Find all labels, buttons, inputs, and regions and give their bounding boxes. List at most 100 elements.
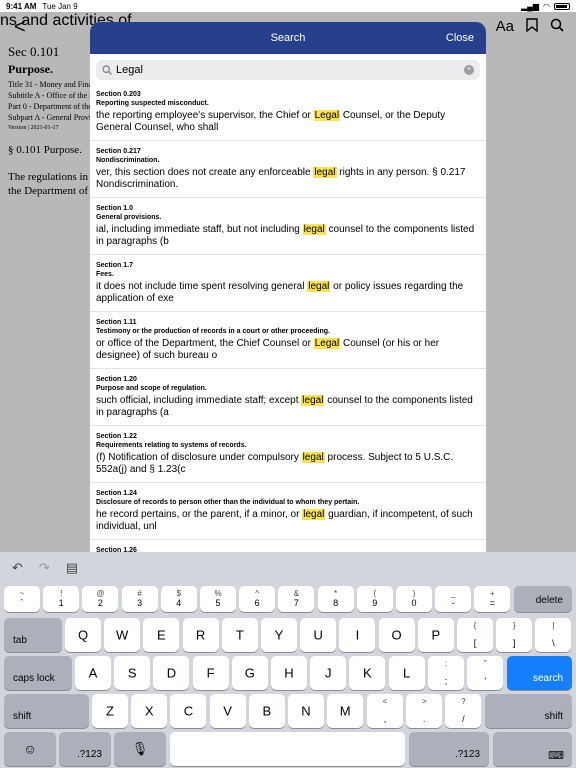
- key-g[interactable]: G: [231, 656, 268, 690]
- key-i[interactable]: I: [339, 618, 376, 652]
- numbers-key-left[interactable]: .?123: [59, 732, 111, 766]
- key[interactable]: {[: [457, 618, 493, 652]
- key-r[interactable]: R: [182, 618, 219, 652]
- shift-right-key[interactable]: shift: [485, 694, 572, 728]
- key-a[interactable]: A: [75, 656, 111, 690]
- key[interactable]: + =: [474, 586, 511, 612]
- result-heading: Testimony or the production of records i…: [96, 328, 331, 335]
- key-b[interactable]: B: [248, 694, 285, 728]
- key[interactable]: <,: [367, 694, 403, 728]
- snippet-pre: such official, including immediate staff…: [96, 395, 302, 406]
- key[interactable]: (9: [356, 586, 393, 612]
- search-input[interactable]: [116, 64, 464, 76]
- key-f[interactable]: F: [192, 656, 229, 690]
- key[interactable]: ~ `: [4, 586, 40, 612]
- caps-lock-key[interactable]: caps lock: [4, 656, 72, 690]
- search-field[interactable]: ×: [96, 60, 480, 80]
- key-d[interactable]: D: [153, 656, 190, 690]
- key[interactable]: | \: [535, 618, 572, 652]
- result-snippet: (f) Notification of disclosure under com…: [96, 452, 480, 476]
- key[interactable]: % 5: [200, 586, 236, 612]
- result-item[interactable]: Section 1.26Procedures for notification …: [90, 540, 486, 552]
- dictation-key[interactable]: 🎙: [114, 732, 166, 766]
- key[interactable]: ! 1: [43, 586, 80, 612]
- key-h[interactable]: H: [271, 656, 307, 690]
- tab-key[interactable]: tab: [4, 618, 62, 652]
- key-m[interactable]: M: [327, 694, 364, 728]
- key-shift-label: $: [176, 589, 182, 598]
- key[interactable]: ^ 6: [239, 586, 276, 612]
- numbers-key-right[interactable]: .?123: [409, 732, 489, 766]
- key-x[interactable]: X: [131, 694, 168, 728]
- search-key[interactable]: search: [507, 656, 572, 690]
- result-item[interactable]: Section 0.217 Nondiscrimination. ver, this…: [90, 141, 486, 198]
- result-item[interactable]: Section 1.22 Requirements relating to sys…: [90, 426, 486, 483]
- key-n[interactable]: N: [288, 694, 324, 728]
- key-l[interactable]: L: [388, 656, 425, 690]
- key-y[interactable]: Y: [261, 618, 297, 652]
- result-item[interactable]: Section 1.11 Testimony or the production …: [90, 312, 486, 369]
- key-k[interactable]: K: [349, 656, 386, 690]
- snippet-pre: he record pertains, or the parent, if a …: [96, 509, 303, 520]
- key[interactable]: ) 0: [396, 586, 432, 612]
- key-p[interactable]: P: [417, 618, 454, 652]
- key-label: 4: [176, 598, 182, 608]
- hide-keyboard-key[interactable]: ⌨: [493, 732, 572, 766]
- key-label: Z: [106, 703, 114, 719]
- emoji-icon: ☺: [23, 741, 37, 757]
- result-item[interactable]: Section 0.203 Reporting suspected miscond…: [90, 84, 486, 141]
- key-shift-label: :: [444, 659, 448, 668]
- paste-icon[interactable]: ▤: [66, 560, 78, 576]
- key-w[interactable]: W: [104, 618, 141, 652]
- signal-icon: ▂▄▆: [521, 1, 540, 11]
- key-u[interactable]: U: [300, 618, 337, 652]
- result-item[interactable]: Section 1.24 Disclosure of records to per…: [90, 483, 486, 540]
- key[interactable]: ? /: [445, 694, 482, 728]
- undo-icon[interactable]: ↶: [12, 560, 23, 576]
- key-label: M: [339, 703, 351, 719]
- key-label: C: [183, 703, 194, 719]
- key[interactable]: $4: [160, 586, 197, 612]
- key[interactable]: #3: [121, 586, 158, 612]
- key-e[interactable]: E: [143, 618, 180, 652]
- key[interactable]: }]: [496, 618, 533, 652]
- snippet-highlight: legal: [307, 281, 331, 292]
- key-v[interactable]: V: [209, 694, 246, 728]
- key[interactable]: & 7: [278, 586, 315, 612]
- key-z[interactable]: Z: [92, 694, 128, 728]
- key[interactable]: @2: [82, 586, 119, 612]
- key[interactable]: :;: [428, 656, 464, 690]
- close-button[interactable]: Close: [446, 32, 474, 44]
- key-shift-label: #: [137, 589, 142, 598]
- key[interactable]: >.: [406, 694, 443, 728]
- snippet-pre: or office of the Department, the Chief C…: [96, 338, 314, 349]
- key[interactable]: * 8: [317, 586, 354, 612]
- key-t[interactable]: T: [221, 618, 258, 652]
- key-q[interactable]: Q: [65, 618, 101, 652]
- key-label: Q: [77, 627, 89, 643]
- key-label: R: [195, 627, 206, 643]
- result-item[interactable]: Section 1.0 General provisions. ial, inclu…: [90, 198, 486, 255]
- results-list: Section 0.203 Reporting suspected miscond…: [90, 84, 486, 552]
- delete-key[interactable]: delete: [514, 586, 572, 612]
- key[interactable]: _ -: [435, 586, 472, 612]
- key-j[interactable]: J: [310, 656, 347, 690]
- shift-left-key[interactable]: shift: [4, 694, 89, 728]
- emoji-key[interactable]: ☺: [4, 732, 56, 766]
- result-heading: Reporting suspected misconduct.: [96, 100, 209, 107]
- key-s[interactable]: S: [114, 656, 151, 690]
- key-c[interactable]: C: [170, 694, 207, 728]
- result-item[interactable]: Section 1.20 Purpose and scope of regulat…: [90, 369, 486, 426]
- key-o[interactable]: O: [378, 618, 415, 652]
- key-label: shift: [544, 711, 563, 722]
- key-shift-label: !: [60, 589, 63, 598]
- result-section: Section 1.22: [96, 433, 137, 440]
- clear-icon[interactable]: ×: [464, 65, 474, 75]
- result-item[interactable]: Section 1.7 Fees. it does not include tim…: [90, 255, 486, 312]
- space-bar[interactable]: [170, 732, 405, 766]
- snippet-pre: the reporting employee's supervisor, the…: [96, 110, 314, 121]
- redo-icon[interactable]: ↷: [39, 560, 50, 576]
- snippet-highlight: legal: [302, 509, 326, 520]
- key-label: 9: [372, 598, 378, 608]
- key[interactable]: " ': [467, 656, 504, 690]
